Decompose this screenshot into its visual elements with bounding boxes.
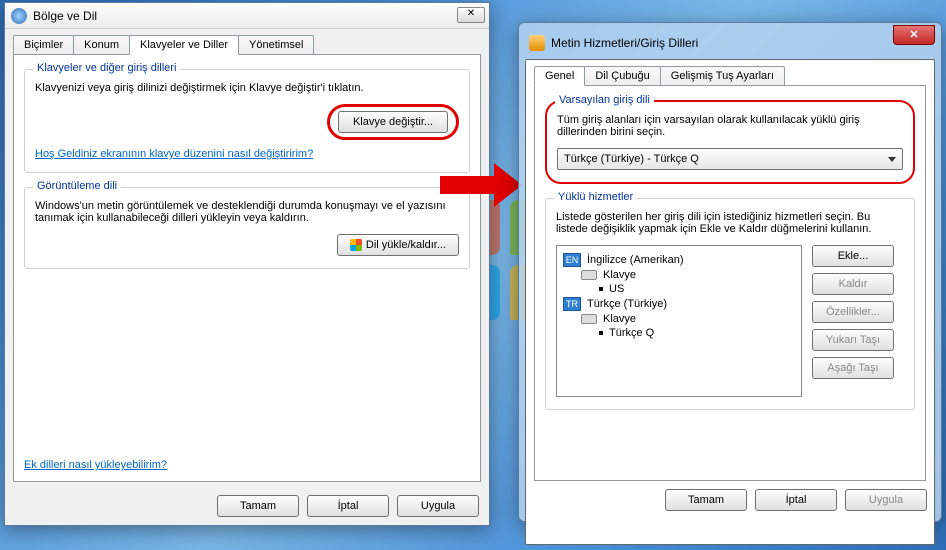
group-title: Varsayılan giriş dili	[555, 94, 654, 106]
apply-button[interactable]: Uygula	[397, 495, 479, 517]
properties-button[interactable]: Özellikler...	[812, 301, 894, 323]
tab-body: Varsayılan giriş dili Tüm giriş alanları…	[534, 85, 926, 481]
tabs: Biçimler Konum Klavyeler ve Diller Yönet…	[5, 29, 489, 54]
titlebar: Bölge ve Dil ✕	[5, 3, 489, 29]
add-button[interactable]: Ekle...	[812, 245, 894, 267]
tree-item-layout[interactable]: US	[563, 282, 795, 296]
welcome-screen-link[interactable]: Hoş Geldiniz ekranının klavye düzenini n…	[35, 148, 313, 160]
group-text: Windows'un metin görüntülemek ve destekl…	[35, 200, 459, 224]
ok-button[interactable]: Tamam	[217, 495, 299, 517]
bullet-icon	[599, 331, 603, 335]
group-text: Klavyenizi veya giriş dilinizi değiştirm…	[35, 82, 459, 94]
close-button[interactable]: ✕	[457, 7, 485, 23]
tab-advanced-key[interactable]: Gelişmiş Tuş Ayarları	[660, 66, 785, 85]
keyboard-icon	[581, 314, 597, 324]
text-services-dialog: Metin Hizmetleri/Giriş Dilleri ✕ Genel D…	[518, 22, 942, 522]
highlight-ring: Klavye değiştir...	[327, 104, 459, 140]
tab-language-bar[interactable]: Dil Çubuğu	[584, 66, 660, 85]
tab-location[interactable]: Konum	[73, 35, 130, 54]
group-title: Görüntüleme dili	[33, 180, 121, 192]
titlebar: Metin Hizmetleri/Giriş Dilleri ✕	[525, 29, 935, 57]
keyboard-settings-icon	[529, 35, 545, 51]
close-button[interactable]: ✕	[893, 25, 935, 45]
tab-formats[interactable]: Biçimler	[13, 35, 74, 54]
install-uninstall-languages-button[interactable]: Dil yükle/kaldır...	[337, 234, 459, 256]
change-keyboards-button[interactable]: Klavye değiştir...	[338, 111, 448, 133]
tree-item-layout[interactable]: Türkçe Q	[563, 326, 795, 340]
display-language-group: Görüntüleme dili Windows'un metin görünt…	[24, 187, 470, 269]
tab-general[interactable]: Genel	[534, 66, 585, 86]
keyboards-group: Klavyeler ve diğer giriş dilleri Klavyen…	[24, 69, 470, 173]
red-arrow-icon	[440, 160, 525, 210]
tab-administrative[interactable]: Yönetimsel	[238, 35, 314, 54]
shield-icon	[350, 239, 362, 251]
move-down-button[interactable]: Aşağı Taşı	[812, 357, 894, 379]
tab-body: Klavyeler ve diğer giriş dilleri Klavyen…	[13, 54, 481, 482]
title-text: Bölge ve Dil	[33, 9, 97, 23]
additional-languages-link[interactable]: Ek dilleri nasıl yükleyebilirim?	[24, 459, 167, 471]
keyboard-icon	[581, 270, 597, 280]
globe-icon	[11, 8, 27, 24]
lang-badge-icon: TR	[563, 297, 581, 311]
title-text: Metin Hizmetleri/Giriş Dilleri	[551, 36, 698, 50]
bullet-icon	[599, 287, 603, 291]
default-input-language-group: Varsayılan giriş dili Tüm giriş alanları…	[545, 100, 915, 184]
lang-badge-icon: EN	[563, 253, 581, 267]
group-text: Listede gösterilen her giriş dili için i…	[556, 211, 904, 235]
tree-item-keyboard[interactable]: Klavye	[563, 312, 795, 326]
tree-item-en[interactable]: ENİngilizce (Amerikan)	[563, 252, 795, 268]
cancel-button[interactable]: İptal	[307, 495, 389, 517]
tree-item-keyboard[interactable]: Klavye	[563, 268, 795, 282]
apply-button[interactable]: Uygula	[845, 489, 927, 511]
group-text: Tüm giriş alanları için varsayılan olara…	[557, 114, 903, 138]
installed-services-group: Yüklü hizmetler Listede gösterilen her g…	[545, 198, 915, 410]
tab-keyboards-languages[interactable]: Klavyeler ve Diller	[129, 35, 239, 55]
tabs: Genel Dil Çubuğu Gelişmiş Tuş Ayarları	[526, 60, 934, 85]
move-up-button[interactable]: Yukarı Taşı	[812, 329, 894, 351]
chevron-down-icon	[888, 157, 896, 162]
dialog-buttons: Tamam İptal Uygula	[665, 489, 927, 511]
group-title: Yüklü hizmetler	[554, 191, 637, 203]
cancel-button[interactable]: İptal	[755, 489, 837, 511]
region-language-dialog: Bölge ve Dil ✕ Biçimler Konum Klavyeler …	[4, 2, 490, 526]
dropdown-value: Türkçe (Türkiye) - Türkçe Q	[564, 153, 699, 165]
group-title: Klavyeler ve diğer giriş dilleri	[33, 62, 180, 74]
services-tree[interactable]: ENİngilizce (Amerikan) Klavye US TRTürkç…	[556, 245, 802, 397]
dialog-buttons: Tamam İptal Uygula	[217, 495, 479, 517]
default-language-dropdown[interactable]: Türkçe (Türkiye) - Türkçe Q	[557, 148, 903, 170]
remove-button[interactable]: Kaldır	[812, 273, 894, 295]
tree-item-tr[interactable]: TRTürkçe (Türkiye)	[563, 296, 795, 312]
ok-button[interactable]: Tamam	[665, 489, 747, 511]
